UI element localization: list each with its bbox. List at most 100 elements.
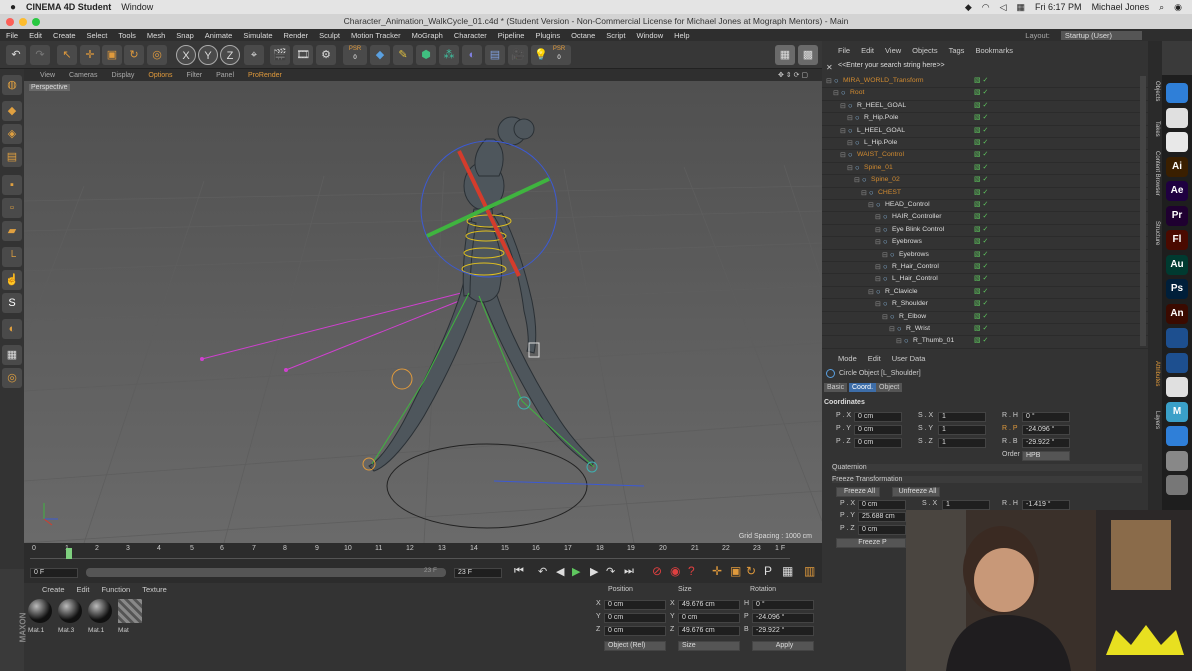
volume-icon[interactable]: ◁ [1000,2,1007,13]
object-name[interactable]: Eyebrows [892,238,922,245]
expand-icon[interactable]: ⊟ [875,300,881,308]
object-name[interactable]: R_Shoulder [892,300,928,307]
axis-mode-icon[interactable]: └ [2,247,22,267]
coord-system-icon[interactable]: ⌖ [244,45,264,65]
deformer-icon[interactable]: ◐ [462,45,482,65]
visibility-check-icon[interactable]: ▧ ✓ [974,262,988,270]
expand-icon[interactable]: ⊟ [854,176,860,184]
key-position-icon[interactable]: ✛ [712,564,722,578]
object-name[interactable]: R_Thumb_01 [913,337,954,344]
object-name[interactable]: Eyebrows [899,251,929,258]
am-menu-mode[interactable]: Mode [838,354,857,363]
material-swatch[interactable] [88,599,112,623]
object-name[interactable]: Spine_01 [864,164,893,171]
order-select[interactable]: HPB [1022,451,1070,461]
menu-mesh[interactable]: Mesh [147,31,165,40]
object-name[interactable]: R_Hip.Pole [864,114,898,121]
object-tree-row[interactable]: ⊟ ○ R_Elbow ▧ ✓ [822,312,1148,324]
pos-z-field[interactable]: 0 cm [604,626,666,636]
om-menu-view[interactable]: View [885,46,901,55]
siri-icon[interactable]: ◉ [1174,2,1182,13]
side-tab-attributes[interactable]: Attributes [1154,361,1160,386]
om-menu-objects[interactable]: Objects [912,46,937,55]
om-close-icon[interactable]: ✕ [826,63,833,72]
blender-icon[interactable] [1166,377,1188,397]
expand-icon[interactable]: ⊟ [875,263,881,271]
pen-icon[interactable]: ✎ [393,45,413,65]
redo-icon[interactable]: ↷ [30,45,50,65]
menu-file[interactable]: File [6,31,18,40]
polygons-mode-icon[interactable]: ▰ [2,221,22,241]
object-tree-row[interactable]: ⊟ ○ R_Shoulder ▧ ✓ [822,299,1148,312]
range-slider[interactable] [86,568,446,577]
size-x-field[interactable]: 49.676 cm [678,600,740,610]
premiere-icon[interactable]: Pr [1166,205,1188,226]
workplane-icon[interactable]: ▤ [2,147,22,167]
expand-icon[interactable]: ⊟ [875,226,881,234]
menu-sculpt[interactable]: Sculpt [319,31,340,40]
rotate-icon[interactable]: ↻ [124,45,144,65]
visibility-check-icon[interactable]: ▧ ✓ [974,163,988,171]
recent-tool-icon[interactable]: ◎ [147,45,167,65]
am-menu-user-data[interactable]: User Data [892,354,926,363]
object-tree-row[interactable]: ⊟ ○ WAIST_Control ▧ ✓ [822,150,1148,163]
expand-icon[interactable]: ⊟ [875,238,881,246]
object-name[interactable]: L_Hip.Pole [864,139,897,146]
attr-scale-y-field[interactable]: 1 [938,425,986,435]
object-tree-row[interactable]: ⊟ ○ Eyebrows ▧ ✓ [822,237,1148,250]
object-name[interactable]: WAIST_Control [857,151,904,158]
vp-menu-view[interactable]: View [40,72,55,79]
frozen-pos-y-field[interactable]: 25.688 cm [858,512,906,522]
visibility-check-icon[interactable]: ▧ ✓ [974,138,988,146]
visibility-check-icon[interactable]: ▧ ✓ [974,312,988,320]
expand-icon[interactable]: ⊟ [847,114,853,122]
object-tree-row[interactable]: ⊟ ○ Root ▧ ✓ [822,88,1148,101]
rot-p-field[interactable]: -24.096 ° [752,613,814,623]
object-tree-row[interactable]: ⊟ ○ R_Clavicle ▧ ✓ [822,287,1148,300]
expand-icon[interactable]: ⊟ [861,189,867,197]
texture-mode-icon[interactable]: ◈ [2,124,22,144]
object-tree-row[interactable]: ⊟ ○ R_Thumb_01 ▧ ✓ [822,336,1148,349]
attr-pos-z-field[interactable]: 0 cm [854,438,902,448]
om-scrollbar[interactable] [1140,76,1146,346]
visibility-check-icon[interactable]: ▧ ✓ [974,237,988,245]
expand-icon[interactable]: ⊟ [882,313,888,321]
object-name[interactable]: R_Clavicle [885,288,917,295]
y-axis-toggle[interactable]: Y [198,45,218,65]
vp-menu-prorender[interactable]: ProRender [248,72,282,79]
size-z-field[interactable]: 49.676 cm [678,626,740,636]
visibility-check-icon[interactable]: ▧ ✓ [974,126,988,134]
max-frame-field[interactable]: 23 F [454,568,502,578]
visibility-check-icon[interactable]: ▧ ✓ [974,101,988,109]
object-tree-row[interactable]: ⊟ ○ R_Hair_Control ▧ ✓ [822,262,1148,275]
cube-icon[interactable]: ◆ [370,45,390,65]
expand-icon[interactable]: ⊟ [840,151,846,159]
prev-frame-icon[interactable]: ◀ [556,565,564,578]
attr-scale-z-field[interactable]: 1 [938,438,986,448]
side-tab-takes[interactable]: Takes [1154,121,1160,137]
object-tree-row[interactable]: ⊟ ○ HAIR_Controller ▧ ✓ [822,212,1148,225]
solo-icon[interactable]: ◎ [2,368,22,388]
hip-pole-handle-r[interactable] [284,368,288,372]
expand-icon[interactable]: ⊟ [896,337,902,345]
frozen-pos-z-field[interactable]: 0 cm [858,525,906,535]
menu-motion-tracker[interactable]: Motion Tracker [351,31,401,40]
expand-icon[interactable]: ⊟ [882,251,888,259]
attr-rot-h-field[interactable]: 0 ° [1022,412,1070,422]
object-name[interactable]: Eye Blink Control [892,226,944,233]
scale-icon[interactable]: ▣ [102,45,122,65]
visibility-check-icon[interactable]: ▧ ✓ [974,250,988,258]
expand-icon[interactable]: ⊟ [826,77,832,85]
close-button[interactable] [6,18,14,26]
object-tree-row[interactable]: ⊟ ○ L_HEEL_GOAL ▧ ✓ [822,126,1148,138]
user-name[interactable]: Michael Jones [1092,2,1150,12]
render-picture-icon[interactable]: 🎞 [293,45,313,65]
om-menu-edit[interactable]: Edit [861,46,874,55]
locked-workplane-icon[interactable]: ◐ [2,319,22,339]
points-mode-icon[interactable]: ▪ [2,175,22,195]
visibility-check-icon[interactable]: ▧ ✓ [974,212,988,220]
move-icon[interactable]: ✛ [80,45,100,65]
expand-icon[interactable]: ⊟ [833,89,839,97]
render-settings-icon[interactable]: ⚙ [316,45,336,65]
timeline[interactable]: 0 1 2 3 4 5 6 7 8 9 10 11 12 13 14 15 16… [24,543,822,583]
